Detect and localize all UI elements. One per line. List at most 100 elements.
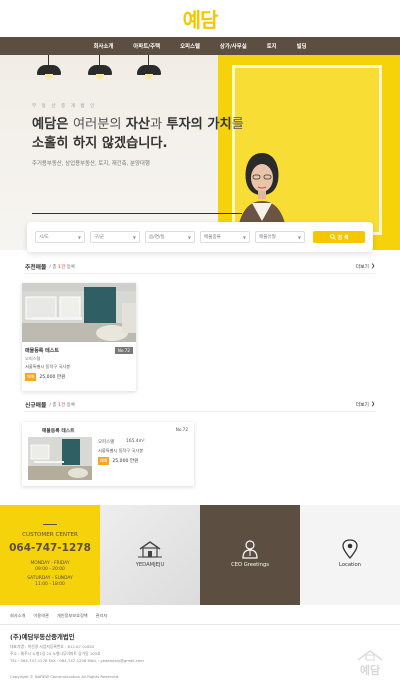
chevron-down-icon: ▼ [242, 234, 246, 240]
listing-photo [28, 437, 92, 480]
listing-type: 오피스텔 [98, 440, 115, 445]
person-icon [242, 540, 258, 559]
site-header: 예담 [0, 0, 400, 37]
hero-title-word: 를 [231, 117, 244, 132]
hero-title: 예담은 여러분의 자산과 투자의 가치를 소홀히 하지 않겠습니다. [32, 115, 244, 153]
location-label: Location [339, 562, 361, 568]
chevron-down-icon: ▼ [297, 234, 301, 240]
footer-link-terms[interactable]: 이용약관 [33, 613, 48, 619]
footer-info-line: TEL : 064-747-1278 FAX : 064-747-1298 MA… [10, 658, 144, 663]
weekday-label: MONDAY - FRIDAY [30, 561, 70, 566]
select-label: 시/도 [39, 235, 50, 240]
footer-copyright: Copyright © NAREW Communication All Righ… [10, 674, 120, 679]
new-listings-section-header: 신규매물 / 총 1건 등록 더보기 ❯ [25, 398, 375, 412]
listing-photo [22, 283, 136, 342]
nav-item-land[interactable]: 토지 [257, 42, 287, 50]
recommended-section-header: 추천매물 / 총 1건 등록 더보기 ❯ [25, 260, 375, 274]
hero-subtitle: 부 동 산 중 개 법 인 [32, 104, 97, 109]
ceo-label: CEO Greetings [231, 562, 269, 568]
select-label: 매물종류 [204, 235, 221, 240]
footer-link-company[interactable]: 회사소개 [10, 613, 25, 619]
chevron-down-icon: ▼ [132, 234, 136, 240]
house-icon [357, 650, 383, 661]
footer-link-admin[interactable]: 관리자 [96, 613, 108, 619]
deal-type-badge: 매매 [25, 373, 37, 381]
hero-banner: 부 동 산 중 개 법 인 예담은 여러분의 자산과 투자의 가치를 소홀히 하… [0, 55, 400, 250]
section-count: / 총 1건 등록 [49, 264, 75, 270]
site-logo[interactable]: 예담 [183, 4, 219, 33]
hero-title-word: 예담은 [32, 117, 73, 132]
listing-card[interactable]: 매물등록 테스트 No.72 오피스텔 165.4m² 서울특별시 동작구 국사… [22, 422, 194, 486]
house-icon [138, 541, 162, 558]
hero-divider [32, 213, 242, 214]
listing-address: 서울특별시 동작구 국사봉 [98, 448, 144, 453]
footer-divider [0, 624, 400, 625]
nav-item-commercial[interactable]: 상가/사무실 [210, 42, 257, 50]
weekend-hours: 11:00 - 18:00 [35, 582, 65, 587]
more-label: 더보기 [355, 265, 369, 270]
select-gugun[interactable]: 구/군 ▼ [90, 231, 140, 243]
count-suffix: 등록 [65, 402, 76, 408]
footer-info-line: 주소 : 제주시 노형1길 24 노형나무아파트 상가동 103호 [10, 651, 101, 656]
price-value: 25,000 만원 [39, 375, 66, 380]
section-count: / 총 1건 등록 [49, 402, 75, 408]
hero-title-word: 자산 [125, 117, 150, 132]
hero-title-line2: 소홀히 하지 않겠습니다. [32, 136, 168, 151]
customer-center-phone[interactable]: 064-747-1278 [0, 542, 100, 554]
listing-price: 매매 25,000 만원 [25, 373, 65, 381]
select-property-kind[interactable]: 매물종류 ▼ [200, 231, 250, 243]
footer-logo-text: 예담 [359, 664, 381, 677]
more-link[interactable]: 더보기 ❯ [356, 263, 375, 270]
footer-link-privacy[interactable]: 개인정보보호정책 [57, 613, 88, 619]
more-label: 더보기 [355, 403, 369, 408]
pendant-lamp-icon [134, 55, 164, 81]
search-icon [329, 234, 336, 240]
info-tiles: CUSTOMER CENTER 064-747-1278 MONDAY - FR… [0, 505, 400, 605]
hero-description: 주거용부동산, 상업용부동산, 토지, 재건축, 분양대행 [32, 161, 150, 167]
count-prefix: / 총 [49, 402, 59, 408]
select-label: 매물유형 [259, 235, 276, 240]
location-tile[interactable]: Location [300, 505, 400, 605]
select-dong[interactable]: 읍/면/동 ▼ [145, 231, 195, 243]
listing-area: 165.4m² [126, 439, 145, 444]
search-button[interactable]: 검 색 [313, 231, 365, 243]
nav-item-company[interactable]: 회사소개 [83, 42, 123, 50]
hero-title-word: 여러분의 [73, 117, 126, 132]
price-value: 25,000 만원 [112, 459, 139, 464]
nav-item-officetel[interactable]: 오피스텔 [170, 42, 210, 50]
chevron-right-icon: ❯ [370, 402, 375, 407]
nav-item-building[interactable]: 빌딩 [287, 42, 317, 50]
listing-type: 오피스텔 [25, 356, 41, 361]
pendant-lamp-icon [85, 55, 115, 81]
customer-center-title: CUSTOMER CENTER [22, 532, 78, 538]
listing-address: 서울특별시 동작구 국사봉 [25, 364, 71, 369]
property-search-bar: 시/도 ▼ 구/군 ▼ 읍/면/동 ▼ 매물종류 ▼ 매물유형 ▼ 검 색 [27, 222, 373, 252]
ceo-greetings-tile[interactable]: CEO Greetings [200, 505, 300, 605]
hero-title-word: 투자의 가치 [166, 117, 232, 132]
weekday-hours: 09:00 - 20:00 [35, 567, 65, 572]
listing-price: 매매 25,000 만원 [98, 457, 138, 465]
listing-title: 매물등록 테스트 [25, 348, 59, 354]
footer-company-name: (주)예담부동산중개법인 [10, 633, 75, 641]
select-property-type[interactable]: 매물유형 ▼ [255, 231, 305, 243]
listing-card[interactable]: 매물등록 테스트 No.72 오피스텔 서울특별시 동작구 국사봉 매매 25,0… [22, 283, 136, 391]
hero-title-word: 과 [150, 117, 167, 132]
footer-logo: 예담 [350, 648, 390, 682]
listing-number: No.72 [175, 427, 188, 432]
pendant-lamp-icon [34, 55, 64, 81]
section-title: 추천매물 [25, 265, 47, 271]
brand-tile[interactable]: YEDAMJEJU [100, 505, 200, 605]
count-prefix: / 총 [49, 264, 59, 270]
nav-item-apartment[interactable]: 아파트/주택 [123, 42, 170, 50]
select-label: 읍/면/동 [149, 235, 165, 240]
divider [43, 524, 57, 525]
main-nav: 회사소개 아파트/주택 오피스텔 상가/사무실 토지 빌딩 [0, 37, 400, 55]
select-sido[interactable]: 시/도 ▼ [35, 231, 85, 243]
more-link[interactable]: 더보기 ❯ [356, 401, 375, 408]
chevron-down-icon: ▼ [187, 234, 191, 240]
count-suffix: 등록 [65, 264, 76, 270]
chevron-down-icon: ▼ [77, 234, 81, 240]
footer-links: 회사소개 이용약관 개인정보보호정책 관리자 [10, 613, 107, 619]
chevron-right-icon: ❯ [370, 264, 375, 269]
deal-type-badge: 매매 [98, 457, 110, 465]
